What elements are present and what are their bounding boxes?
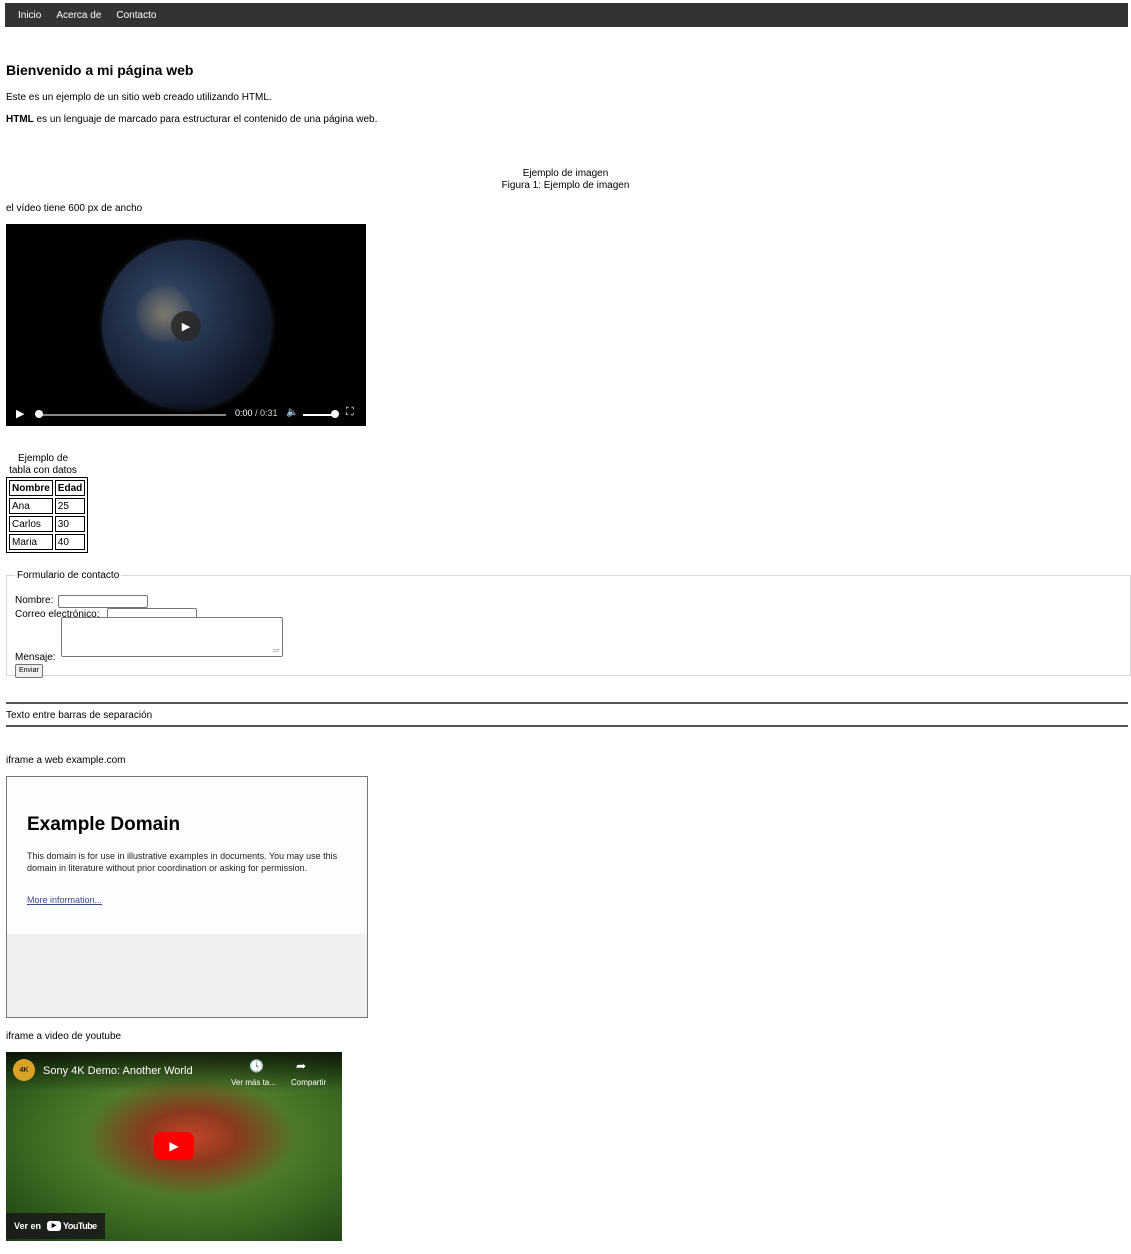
table-row: Carlos 30: [9, 516, 86, 532]
nav-link-contacto[interactable]: Contacto: [116, 10, 156, 21]
table-row: Maria 40: [9, 534, 86, 550]
data-table: Nombre Edad Ana 25 Carlos 30 Maria 40: [6, 477, 89, 553]
progress-track[interactable]: [36, 414, 226, 416]
channel-avatar[interactable]: 4K: [13, 1059, 35, 1081]
progress-handle[interactable]: [35, 410, 43, 418]
image-alt-text: Ejemplo de imagen: [522, 168, 609, 179]
separator-text: Texto entre barras de separación: [6, 710, 153, 721]
html-paragraph-text: es un lenguaje de marcado para estructur…: [33, 114, 378, 125]
iframe-web-label: iframe a web example.com: [6, 755, 126, 766]
submit-button[interactable]: Enviar: [15, 664, 43, 678]
table-cell: 25: [54, 498, 86, 514]
volume-icon[interactable]: 🔈: [286, 407, 298, 418]
html-bold-term: HTML: [6, 114, 34, 125]
time-current: 0:00: [235, 408, 253, 418]
iframe-example-domain[interactable]: Example Domain This domain is for use in…: [6, 776, 368, 1018]
html-paragraph: HTML es un lenguaje de marcado para estr…: [6, 114, 377, 125]
name-label: Nombre:: [15, 595, 54, 606]
table-cell: Maria: [9, 534, 53, 550]
example-card: Example Domain This domain is for use in…: [7, 777, 367, 934]
clock-icon[interactable]: 🕓: [249, 1059, 264, 1073]
nav-link-acerca[interactable]: Acerca de: [56, 10, 101, 21]
table-header-row: Nombre Edad: [9, 480, 86, 496]
table-cell: 40: [54, 534, 86, 550]
youtube-video-title[interactable]: Sony 4K Demo: Another World: [43, 1065, 193, 1077]
youtube-play-button[interactable]: ▶: [154, 1132, 194, 1160]
table-header-nombre: Nombre: [9, 480, 53, 496]
watch-later-label[interactable]: Ver más ta...: [231, 1078, 276, 1087]
youtube-logo-icon: ▶: [47, 1221, 62, 1231]
table-cell: 30: [54, 516, 86, 532]
time-display: 0:00 / 0:31: [235, 408, 278, 418]
time-total: / 0:31: [255, 408, 278, 418]
play-icon[interactable]: ▶: [16, 407, 24, 420]
youtube-embed[interactable]: 4K Sony 4K Demo: Another World 🕓 Ver más…: [6, 1052, 342, 1241]
figure: Ejemplo de imagen Figura 1: Ejemplo de i…: [0, 168, 1131, 192]
share-icon[interactable]: ➦: [296, 1059, 306, 1073]
youtube-wordmark: YouTube: [63, 1221, 97, 1231]
message-label: Mensaje:: [15, 652, 56, 663]
video-controls: ▶ 0:00 / 0:31 🔈 ⛶: [6, 402, 366, 426]
play-icon: ▶: [181, 320, 191, 333]
name-input[interactable]: [58, 595, 148, 608]
share-label[interactable]: Compartir: [291, 1078, 326, 1087]
watch-on-youtube-button[interactable]: Ver en ▶ YouTube: [6, 1213, 105, 1239]
watch-on-label: Ver en: [14, 1221, 42, 1231]
nav-link-inicio[interactable]: Inicio: [18, 10, 41, 21]
separator-bottom: [6, 725, 1128, 727]
table-row: Ana 25: [9, 498, 86, 514]
table-caption: Ejemplo de tabla con datos: [9, 453, 77, 476]
table-header-edad: Edad: [54, 480, 86, 496]
contact-form: Formulario de contacto Nombre: Correo el…: [6, 570, 1131, 678]
example-body: This domain is for use in illustrative e…: [27, 851, 338, 873]
table-cell: Carlos: [9, 516, 53, 532]
more-information-link[interactable]: More information...: [27, 895, 102, 905]
fullscreen-icon[interactable]: ⛶: [346, 406, 354, 419]
separator-top: [6, 702, 1128, 704]
video-label: el vídeo tiene 600 px de ancho: [6, 203, 143, 214]
volume-handle[interactable]: [331, 410, 339, 418]
iframe-youtube-label: iframe a video de youtube: [6, 1031, 122, 1042]
video-player[interactable]: ▶ ▶ 0:00 / 0:31 🔈 ⛶: [6, 224, 366, 426]
table-cell: Ana: [9, 498, 53, 514]
message-textarea[interactable]: ≕: [61, 617, 283, 657]
page-title: Bienvenido a mi página web: [6, 62, 194, 78]
top-nav: Inicio Acerca de Contacto: [5, 3, 1128, 27]
form-legend: Formulario de contacto: [17, 570, 120, 581]
big-play-button[interactable]: ▶: [171, 311, 201, 341]
resize-handle-icon[interactable]: ≕: [272, 646, 280, 655]
example-title: Example Domain: [27, 814, 181, 835]
figure-caption: Figura 1: Ejemplo de imagen: [501, 180, 630, 191]
intro-paragraph: Este es un ejemplo de un sitio web cread…: [6, 92, 272, 103]
play-icon: ▶: [169, 1139, 179, 1153]
